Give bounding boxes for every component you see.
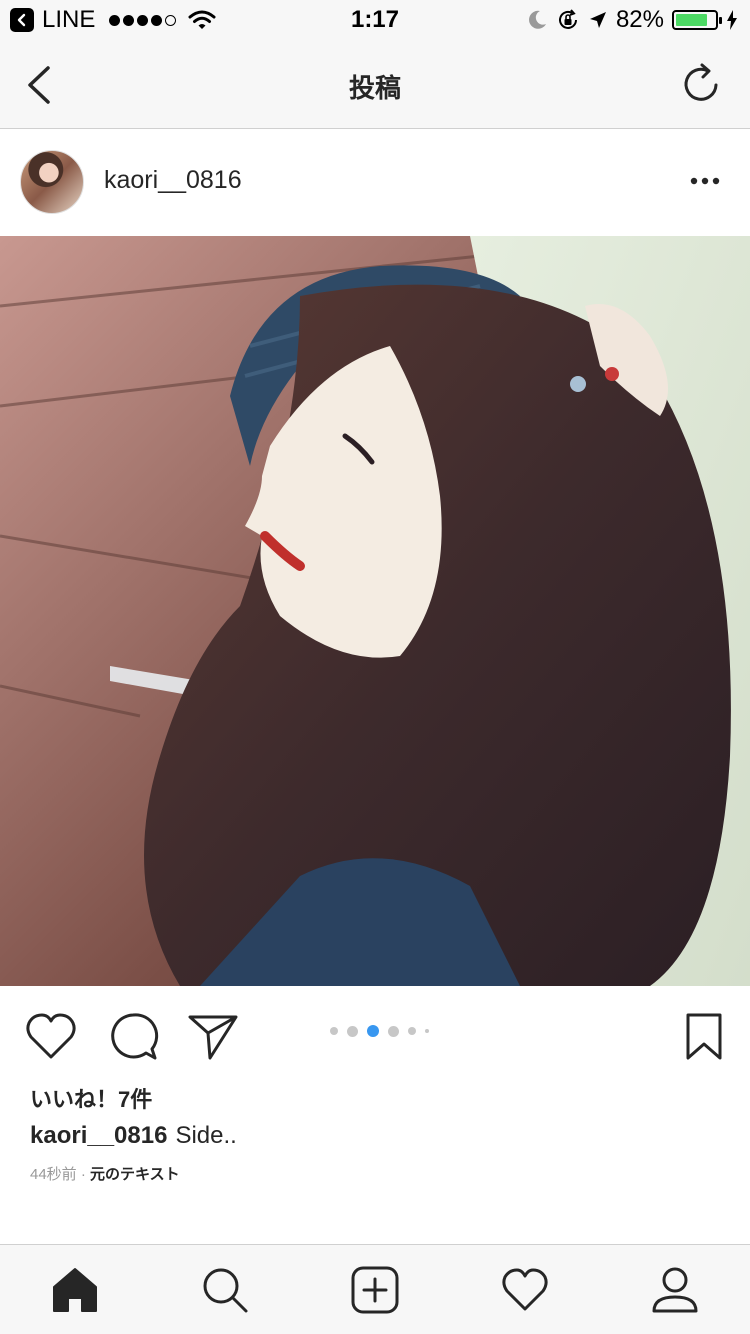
likes-count[interactable]: いいね！7件: [30, 1082, 152, 1114]
status-app-name[interactable]: LINE: [42, 6, 95, 34]
ellipsis-icon[interactable]: [690, 174, 720, 188]
caption-text: Side..: [175, 1122, 237, 1149]
share-direct-icon[interactable]: [186, 1010, 240, 1064]
profile-icon[interactable]: [650, 1265, 700, 1315]
refresh-button[interactable]: [678, 62, 724, 108]
status-left: LINE: [10, 6, 216, 34]
battery-percent: 82%: [615, 6, 664, 33]
home-icon[interactable]: [50, 1265, 100, 1315]
wifi-icon: [188, 10, 216, 29]
status-right: 82%: [526, 6, 738, 34]
photo-illustration: [0, 236, 750, 986]
like-heart-icon[interactable]: [24, 1010, 78, 1064]
carousel-dot-active: [367, 1025, 379, 1037]
post-timestamp: 44秒前: [30, 1166, 77, 1183]
page-title: 投稿: [348, 73, 401, 103]
comment-icon[interactable]: [106, 1010, 160, 1064]
post-actions: [0, 986, 750, 1076]
battery-icon: [672, 10, 722, 30]
rotation-lock-icon: [558, 9, 577, 29]
post-caption: kaori__0816 Side..: [30, 1122, 237, 1150]
refresh-icon: [684, 63, 718, 101]
status-bar: LINE 1:17 82%: [0, 0, 750, 40]
add-post-icon[interactable]: [350, 1265, 400, 1315]
avatar[interactable]: [20, 150, 84, 214]
caption-username[interactable]: kaori__0816: [30, 1122, 167, 1149]
meta-separator: ·: [76, 1166, 91, 1183]
back-to-app-icon[interactable]: [10, 8, 34, 32]
post-photo[interactable]: [0, 236, 750, 986]
heart-icon[interactable]: [500, 1265, 550, 1315]
location-arrow-icon: [589, 12, 606, 28]
signal-strength-icon: [109, 14, 177, 26]
bookmark-icon[interactable]: [682, 1010, 726, 1064]
carousel-dot: [408, 1027, 416, 1035]
app-screen: LINE 1:17 82% 投稿 kaori__0816 いいね！7件 kaor…: [0, 0, 750, 1334]
charging-bolt-icon: [727, 10, 737, 30]
post-username[interactable]: kaori__0816: [104, 166, 242, 195]
carousel-dot: [347, 1025, 358, 1037]
carousel-dot: [425, 1029, 429, 1033]
carousel-indicator: [330, 1025, 429, 1037]
carousel-dot: [388, 1025, 399, 1037]
navigation-bar: 投稿: [0, 40, 750, 129]
post-header: kaori__0816: [0, 130, 750, 236]
post-meta: 44秒前 · 元のテキスト: [30, 1163, 180, 1184]
original-text-link[interactable]: 元のテキスト: [90, 1166, 180, 1183]
moon-icon: [529, 10, 546, 29]
carousel-dot: [330, 1027, 338, 1035]
tab-bar: [0, 1244, 750, 1334]
search-icon[interactable]: [200, 1265, 250, 1315]
